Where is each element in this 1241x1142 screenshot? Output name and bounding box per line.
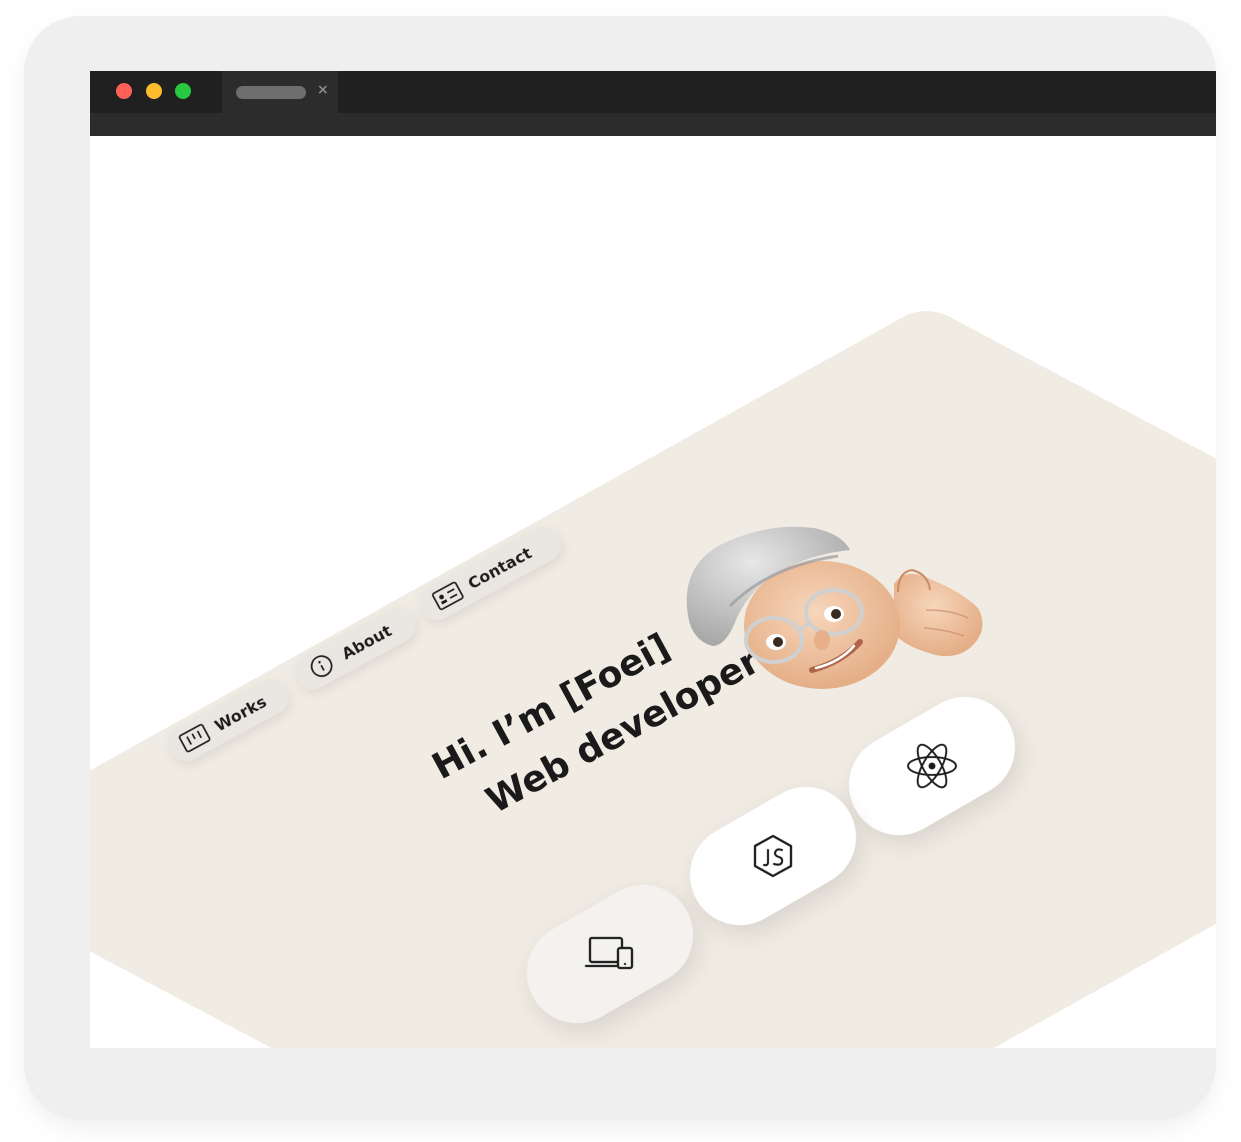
minimize-window-button[interactable] [146, 83, 162, 99]
tab-title-placeholder [236, 86, 306, 99]
device-frame: × Works About Contact Hi. I’m [Foei] Web… [24, 16, 1216, 1120]
browser-window: × Works About Contact Hi. I’m [Foei] Web… [90, 71, 1216, 1048]
close-window-button[interactable] [116, 83, 132, 99]
maximize-window-button[interactable] [175, 83, 191, 99]
tab-close-icon[interactable]: × [317, 82, 329, 98]
page-viewport: Works About Contact Hi. I’m [Foei] Web d… [90, 136, 1216, 1048]
browser-tab[interactable]: × [222, 71, 338, 113]
browser-titlebar: × [90, 71, 1216, 113]
browser-toolbar [90, 113, 1216, 136]
